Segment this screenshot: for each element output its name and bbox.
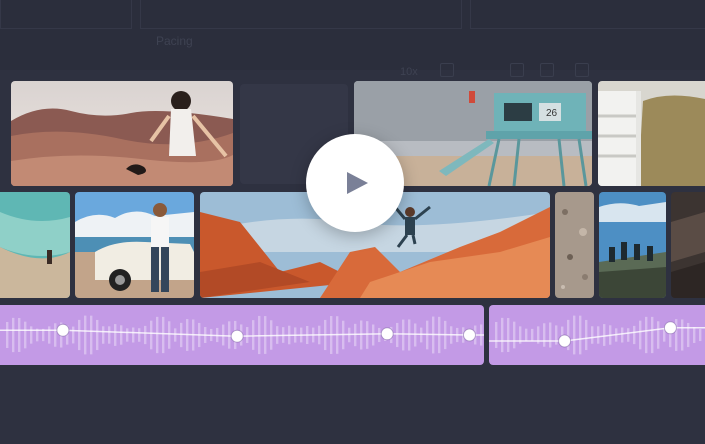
waveform-bar [48,326,51,344]
zoom-level[interactable]: 10x [400,66,418,78]
waveform-bar [138,328,141,342]
waveform-bar [18,318,21,352]
volume-keyframe[interactable] [558,334,572,348]
waveform-bar [246,327,249,343]
waveform-bar [549,322,552,348]
waveform-bar [495,321,498,349]
waveform-bar [168,321,171,349]
waveform-bar [258,315,261,355]
waveform-bar [378,327,381,343]
waveform-bar [108,326,111,344]
waveform-bar [90,315,93,355]
waveform-bar [657,321,660,349]
svg-text:26: 26 [546,108,558,119]
waveform-bar [627,328,630,342]
hikers-clip[interactable] [599,192,666,298]
play-button[interactable] [306,134,404,232]
beach-walker-clip[interactable] [0,192,70,298]
waveform-bar [513,321,516,349]
waveform-bar [120,325,123,345]
waveform-bar [396,322,399,348]
waveform-bar [360,320,363,350]
waveform-bar [150,320,153,350]
crop-icon[interactable] [540,63,554,77]
volume-keyframe[interactable] [380,327,394,341]
gravel-clip[interactable] [555,192,594,298]
waveform-bar [96,319,99,351]
waveform-bar [162,316,165,354]
pacing-label: Pacing [156,34,193,48]
waveform-bar [573,315,576,355]
waveform-bar [585,319,588,351]
waveform-bar [408,319,411,351]
waveform-bar [372,324,375,346]
waveform-bar [699,328,702,342]
split-icon[interactable] [510,63,524,77]
waveform-bar [531,328,534,342]
waveform-bar [30,326,33,344]
audio-clip[interactable] [0,305,484,365]
waveform-bar [579,315,582,355]
volume-keyframe[interactable] [230,329,244,343]
volume-keyframe[interactable] [663,321,677,335]
waveform-bar [252,320,255,350]
white-stairs-clip[interactable] [598,81,705,186]
waveform-bar [6,321,9,349]
waveform-bar [144,325,147,345]
timeline-toolbar: Pacing 10x [0,0,705,78]
waveform-bar [12,317,15,353]
waveform-bar [402,319,405,351]
waveform-bar [24,321,27,349]
desert-woman-clip[interactable] [11,81,233,186]
edit-icon[interactable] [575,63,589,77]
waveform-bar [693,327,696,343]
waveform-bar [366,321,369,349]
waveform-bar [414,323,417,347]
play-icon [347,172,368,194]
waveform-bar [525,328,528,342]
waveform-bar [114,324,117,346]
trim-icon[interactable] [440,63,454,77]
man-with-car-clip[interactable] [75,192,194,298]
toolbar-panel [0,0,132,29]
waveform-bar [72,326,75,344]
volume-keyframe[interactable] [462,328,476,342]
waveform-bar [156,316,159,354]
audio-clip[interactable] [489,305,705,365]
waveform-bar [501,317,504,353]
waveform-bar [591,326,594,344]
waveform-bar [633,325,636,345]
waveform-bar [651,316,654,354]
toolbar-panel [470,0,705,29]
waveform-bar [597,326,600,344]
waveform-bar [84,315,87,355]
waveform-bar [174,328,177,342]
waveform-bar [507,318,510,352]
waveform-bar [132,327,135,343]
waveform-bar [681,319,684,351]
waveform-bar [126,328,129,342]
waveform-bar [102,326,105,344]
waveform-bar [621,327,624,343]
waveform-bar [543,323,546,347]
toolbar-panel [140,0,462,29]
waveform-bar [54,323,57,347]
dark-rock-clip[interactable] [671,192,705,298]
waveform-bar [228,321,231,349]
waveform-bar [645,316,648,354]
waveform-bar [603,324,606,346]
volume-keyframe[interactable] [56,323,70,337]
waveform-bar [687,322,690,348]
waveform-bar [78,319,81,351]
waveform-bar [639,320,642,350]
